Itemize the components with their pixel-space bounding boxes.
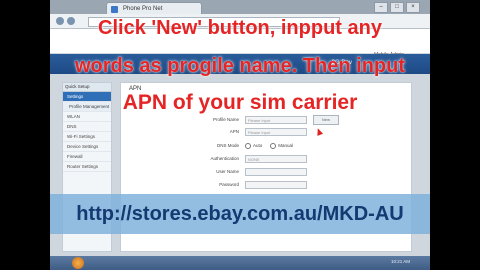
profile-name-field[interactable]: Please Input — [245, 116, 307, 124]
form-row-dns-mode: DNS Mode Auto Manual — [121, 141, 411, 151]
form-row-apn: APN Please Input — [121, 127, 411, 137]
radio-icon — [270, 143, 277, 149]
authentication-select[interactable]: NONE — [245, 155, 307, 163]
dns-manual-radio[interactable]: Manual — [270, 143, 293, 149]
caption-line-3: APN of your sim carrier — [122, 91, 358, 114]
form-row-profile-name: Profile Name Please Input New — [121, 115, 411, 125]
dns-mode-radio-group: Auto Manual — [245, 143, 293, 149]
browser-titlebar: Phone Pro Net – □ × — [50, 0, 430, 14]
window-controls: – □ × — [374, 2, 420, 13]
browser-tab[interactable]: Phone Pro Net — [106, 2, 202, 14]
taskbar-clock: 10:21 AM — [390, 259, 410, 264]
dns-auto-radio[interactable]: Auto — [245, 143, 262, 149]
radio-label: Manual — [278, 143, 294, 149]
letterbox-right — [430, 0, 480, 270]
sidebar-item-firewall[interactable]: Firewall — [63, 152, 111, 162]
taskbar: 10:21 AM — [50, 256, 430, 270]
sidebar-header: Quick Setup — [63, 83, 111, 92]
sidebar-item-wifi-settings[interactable]: Wi-Fi Settings — [63, 132, 111, 142]
minimize-button[interactable]: – — [374, 2, 388, 13]
field-label: Profile Name — [212, 117, 239, 122]
caption-line-2: words as progile name. Then input — [74, 55, 406, 77]
apn-field[interactable]: Please Input — [245, 128, 307, 136]
user-name-field[interactable] — [245, 168, 307, 176]
radio-label: Auto — [253, 143, 263, 149]
field-label: User Name — [216, 169, 239, 174]
close-button[interactable]: × — [406, 2, 420, 13]
form-row-user-name: User Name — [121, 167, 411, 177]
start-button-icon[interactable] — [72, 257, 84, 269]
page-favicon-icon — [111, 6, 118, 13]
sidebar-item-router-settings[interactable]: Router Settings — [63, 162, 111, 172]
new-button[interactable]: New — [313, 115, 339, 125]
video-frame: Phone Pro Net – □ × Mobile Admin 3G Dev … — [0, 0, 480, 270]
field-label: APN — [229, 129, 239, 134]
radio-icon — [245, 143, 251, 149]
browser-tab-label: Phone Pro Net — [123, 6, 163, 12]
password-field[interactable] — [245, 181, 307, 189]
form-row-password: Password — [121, 180, 411, 190]
caption-line-1: Click 'New' button, inpput any — [98, 17, 382, 39]
field-label: DNS Mode — [216, 143, 239, 148]
sidebar-item-device-settings[interactable]: Device Settings — [63, 142, 111, 152]
form-row-authentication: Authentication NONE — [121, 154, 411, 164]
maximize-button[interactable]: □ — [390, 2, 404, 13]
store-url[interactable]: http://stores.ebay.com.au/MKD-AU — [0, 202, 480, 226]
field-label: Authentication — [210, 156, 239, 161]
field-label: Password — [219, 182, 239, 187]
sidebar-item-dns[interactable]: DNS — [63, 122, 111, 132]
letterbox-left — [0, 0, 50, 270]
